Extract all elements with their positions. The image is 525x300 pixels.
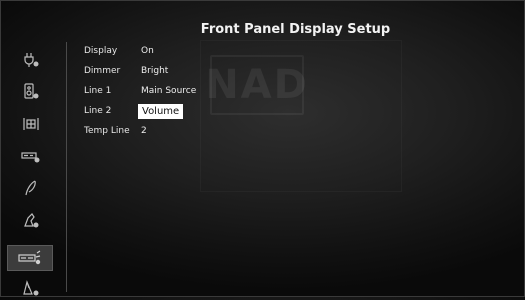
setting-value[interactable]: On [141, 46, 154, 56]
setting-row-display[interactable]: Display On [84, 43, 154, 59]
general-settings-icon[interactable] [16, 276, 46, 300]
setting-label: Line 2 [84, 106, 112, 116]
page-title: Front Panel Display Setup [200, 22, 391, 37]
amplifier-settings-icon[interactable] [16, 144, 46, 168]
front-panel-display-icon[interactable] [7, 245, 53, 271]
setting-label: Dimmer [84, 66, 121, 76]
speaker-settings-icon[interactable] [16, 80, 46, 104]
setting-value[interactable]: Bright [141, 66, 168, 76]
sidebar-divider [66, 42, 67, 292]
sidebar [0, 40, 66, 297]
audio-processing-icon[interactable] [16, 176, 46, 200]
listening-mode-icon[interactable] [16, 112, 46, 136]
nad-logo-watermark: NAD [205, 55, 307, 115]
setting-label: Line 1 [84, 86, 112, 96]
setting-label: Display [84, 46, 118, 56]
setting-row-line-1[interactable]: Line 1 Main Source [84, 83, 196, 99]
input-plug-settings-icon[interactable] [16, 48, 46, 72]
setting-row-temp-line[interactable]: Temp Line 2 [84, 123, 147, 139]
setting-value[interactable]: 2 [141, 126, 147, 136]
setting-value[interactable]: Main Source [141, 86, 196, 96]
zone-settings-icon[interactable] [16, 208, 46, 232]
setting-value-selected[interactable]: Volume [138, 103, 184, 119]
setting-row-dimmer[interactable]: Dimmer Bright [84, 63, 168, 79]
setting-label: Temp Line [84, 126, 130, 136]
watermark-text: NAD [205, 62, 309, 108]
setting-row-line-2[interactable]: Line 2 Volume [84, 103, 184, 119]
